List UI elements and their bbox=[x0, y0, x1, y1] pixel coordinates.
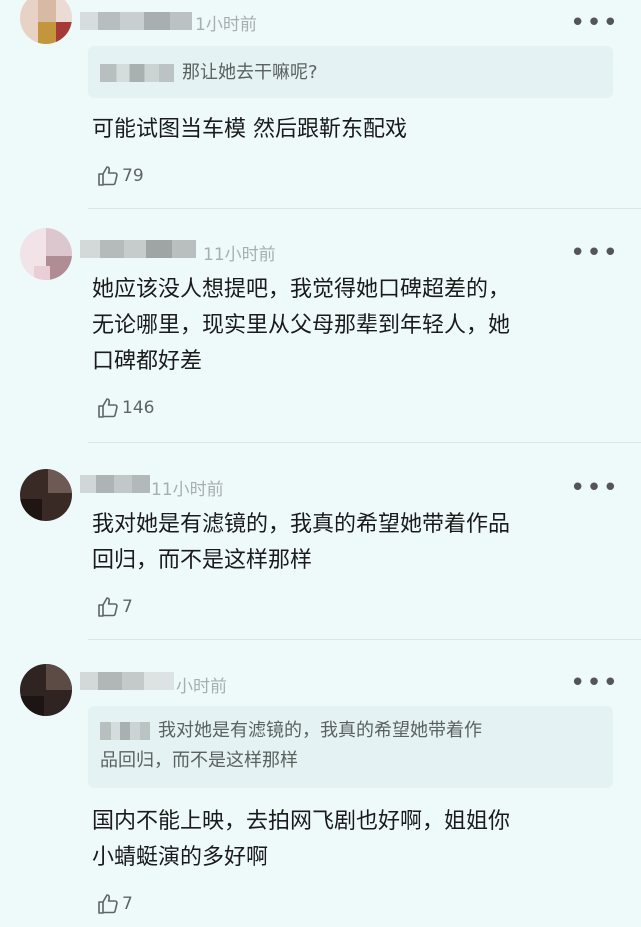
comment-text-line: 可能试图当车模 然后跟靳东配戏 bbox=[92, 117, 407, 142]
comment-text-line: 小蜻蜓演的多好啊 bbox=[92, 845, 269, 870]
comment-1: 1小时前 ••• 那让她去干嘛呢? 可能试图当车模 然后跟靳东配戏 79 bbox=[0, 0, 641, 209]
avatar[interactable] bbox=[20, 228, 72, 280]
more-dots-icon[interactable]: ••• bbox=[570, 10, 619, 36]
timestamp: 小时前 bbox=[176, 677, 227, 697]
username-blurred[interactable] bbox=[80, 475, 150, 493]
like-button[interactable]: 7 bbox=[96, 595, 133, 619]
quoted-text-line: 我对她是有滤镜的，我真的希望她带着作 bbox=[158, 720, 482, 741]
like-count: 7 bbox=[122, 894, 133, 914]
divider bbox=[88, 639, 641, 640]
comment-text: 国内不能上映，去拍网飞剧也好啊，姐姐你 小蜻蜓演的多好啊 bbox=[92, 804, 611, 876]
username-blurred[interactable] bbox=[80, 240, 196, 258]
like-button[interactable]: 146 bbox=[96, 396, 154, 420]
quoted-username-blurred bbox=[100, 722, 150, 740]
avatar[interactable] bbox=[20, 664, 72, 716]
thumbs-up-icon bbox=[98, 894, 118, 914]
quoted-text: 那让她去干嘛呢? bbox=[182, 62, 318, 83]
username-blurred[interactable] bbox=[80, 672, 174, 690]
like-count: 79 bbox=[122, 166, 144, 186]
comment-text-line: 国内不能上映，去拍网飞剧也好啊，姐姐你 bbox=[92, 809, 511, 834]
divider bbox=[88, 208, 641, 209]
more-dots-icon[interactable]: ••• bbox=[570, 670, 619, 696]
quoted-text-line: 品回归，而不是这样那样 bbox=[100, 750, 298, 771]
comment-text-line: 口碑都好差 bbox=[92, 349, 203, 374]
thumbs-up-icon bbox=[98, 398, 118, 418]
comment-text-line: 无论哪里，现实里从父母那辈到年轻人，她 bbox=[92, 313, 511, 338]
like-button[interactable]: 7 bbox=[96, 892, 133, 916]
comment-text: 可能试图当车模 然后跟靳东配戏 bbox=[92, 112, 611, 148]
comment-2: 11小时前 ••• 她应该没人想提吧，我觉得她口碑超差的， 无论哪里，现实里从父… bbox=[0, 220, 641, 445]
comment-3: 11小时前 ••• 我对她是有滤镜的，我真的希望她带着作品 回归，而不是这样那样… bbox=[0, 455, 641, 640]
avatar[interactable] bbox=[20, 0, 72, 44]
comment-text-line: 我对她是有滤镜的，我真的希望她带着作品 bbox=[92, 512, 511, 537]
comment-4: 小时前 ••• 我对她是有滤镜的，我真的希望她带着作 品回归，而不是这样那样 国… bbox=[0, 650, 641, 927]
like-count: 146 bbox=[122, 398, 155, 418]
divider bbox=[88, 442, 641, 443]
comment-feed: 1小时前 ••• 那让她去干嘛呢? 可能试图当车模 然后跟靳东配戏 79 11小… bbox=[0, 0, 641, 927]
timestamp: 11小时前 bbox=[203, 245, 276, 265]
quoted-username-blurred bbox=[100, 64, 174, 82]
like-count: 7 bbox=[122, 597, 133, 617]
comment-text-line: 回归，而不是这样那样 bbox=[92, 548, 313, 573]
quoted-reply[interactable]: 我对她是有滤镜的，我真的希望她带着作 品回归，而不是这样那样 bbox=[88, 706, 613, 788]
thumbs-up-icon bbox=[98, 166, 118, 186]
timestamp: 1小时前 bbox=[195, 15, 257, 35]
more-dots-icon[interactable]: ••• bbox=[570, 240, 619, 266]
thumbs-up-icon bbox=[98, 597, 118, 617]
comment-text: 我对她是有滤镜的，我真的希望她带着作品 回归，而不是这样那样 bbox=[92, 507, 611, 579]
comment-text: 她应该没人想提吧，我觉得她口碑超差的， 无论哪里，现实里从父母那辈到年轻人，她 … bbox=[92, 272, 611, 380]
quoted-reply[interactable]: 那让她去干嘛呢? bbox=[88, 46, 613, 98]
more-dots-icon[interactable]: ••• bbox=[570, 475, 619, 501]
avatar[interactable] bbox=[20, 469, 72, 521]
like-button[interactable]: 79 bbox=[96, 164, 144, 188]
username-blurred[interactable] bbox=[80, 12, 192, 30]
comment-text-line: 她应该没人想提吧，我觉得她口碑超差的， bbox=[92, 277, 511, 302]
timestamp: 11小时前 bbox=[151, 480, 224, 500]
